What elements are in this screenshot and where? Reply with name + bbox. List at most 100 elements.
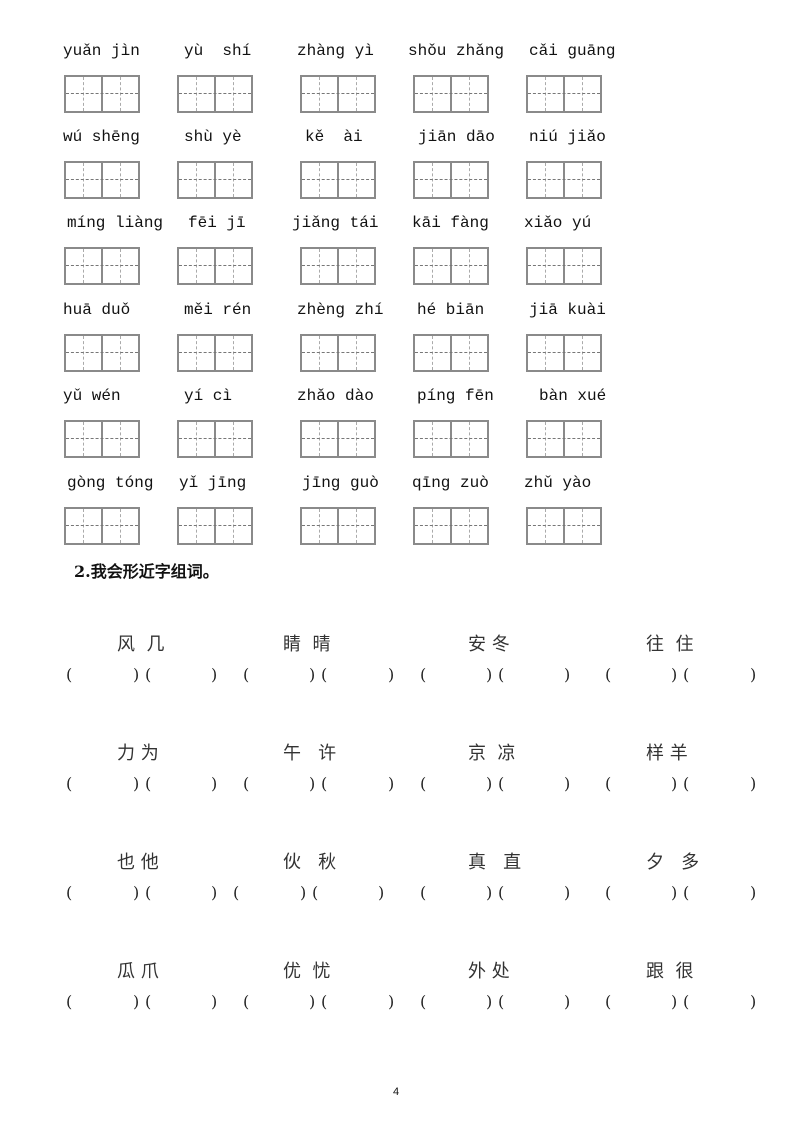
answer-blank-close[interactable]: ) [211,774,217,793]
writing-cell[interactable] [415,422,452,456]
answer-blank-open[interactable]: ( [243,992,249,1011]
writing-cell[interactable] [528,509,565,543]
character-writing-box[interactable] [300,161,376,199]
character-writing-box[interactable] [64,161,140,199]
writing-cell[interactable] [66,163,103,197]
answer-blank-close[interactable]: ) [211,665,217,684]
answer-blank-open[interactable]: ( [145,665,151,684]
character-writing-box[interactable] [177,420,253,458]
writing-cell[interactable] [103,77,138,111]
answer-blank-open[interactable]: ( [498,774,504,793]
answer-blank-close[interactable]: ) [671,883,677,902]
writing-cell[interactable] [216,422,251,456]
writing-cell[interactable] [339,336,374,370]
writing-cell[interactable] [565,163,600,197]
answer-blank-close[interactable]: ) [564,774,570,793]
writing-cell[interactable] [415,509,452,543]
answer-blank-open[interactable]: ( [420,774,426,793]
answer-blank-open[interactable]: ( [312,883,318,902]
writing-cell[interactable] [565,77,600,111]
writing-cell[interactable] [66,249,103,283]
writing-cell[interactable] [528,422,565,456]
answer-blank-open[interactable]: ( [605,665,611,684]
answer-blank-open[interactable]: ( [233,883,239,902]
writing-cell[interactable] [302,336,339,370]
answer-blank-close[interactable]: ) [378,883,384,902]
writing-cell[interactable] [565,509,600,543]
answer-blank-close[interactable]: ) [309,774,315,793]
character-writing-box[interactable] [526,247,602,285]
writing-cell[interactable] [452,422,487,456]
answer-blank-open[interactable]: ( [145,992,151,1011]
writing-cell[interactable] [565,249,600,283]
writing-cell[interactable] [216,249,251,283]
answer-blank-close[interactable]: ) [309,665,315,684]
character-writing-box[interactable] [413,75,489,113]
answer-blank-open[interactable]: ( [145,883,151,902]
answer-blank-close[interactable]: ) [133,665,139,684]
character-writing-box[interactable] [177,334,253,372]
writing-cell[interactable] [66,422,103,456]
writing-cell[interactable] [302,509,339,543]
answer-blank-open[interactable]: ( [605,992,611,1011]
character-writing-box[interactable] [177,507,253,545]
answer-blank-open[interactable]: ( [66,665,72,684]
writing-cell[interactable] [452,163,487,197]
character-writing-box[interactable] [526,75,602,113]
character-writing-box[interactable] [64,247,140,285]
character-writing-box[interactable] [526,334,602,372]
answer-blank-close[interactable]: ) [300,883,306,902]
answer-blank-close[interactable]: ) [671,992,677,1011]
answer-blank-open[interactable]: ( [605,774,611,793]
answer-blank-open[interactable]: ( [498,992,504,1011]
character-writing-box[interactable] [177,75,253,113]
answer-blank-close[interactable]: ) [486,992,492,1011]
writing-cell[interactable] [415,77,452,111]
writing-cell[interactable] [103,509,138,543]
writing-cell[interactable] [103,249,138,283]
character-writing-box[interactable] [413,247,489,285]
answer-blank-open[interactable]: ( [321,992,327,1011]
character-writing-box[interactable] [300,75,376,113]
writing-cell[interactable] [339,509,374,543]
writing-cell[interactable] [216,77,251,111]
answer-blank-close[interactable]: ) [133,883,139,902]
answer-blank-close[interactable]: ) [671,665,677,684]
writing-cell[interactable] [302,422,339,456]
answer-blank-close[interactable]: ) [211,992,217,1011]
writing-cell[interactable] [528,163,565,197]
answer-blank-open[interactable]: ( [683,665,689,684]
character-writing-box[interactable] [177,247,253,285]
writing-cell[interactable] [528,336,565,370]
writing-cell[interactable] [179,509,216,543]
character-writing-box[interactable] [526,507,602,545]
writing-cell[interactable] [528,77,565,111]
answer-blank-open[interactable]: ( [498,665,504,684]
writing-cell[interactable] [452,77,487,111]
answer-blank-close[interactable]: ) [671,774,677,793]
writing-cell[interactable] [179,77,216,111]
character-writing-box[interactable] [300,334,376,372]
writing-cell[interactable] [452,336,487,370]
writing-cell[interactable] [179,163,216,197]
answer-blank-close[interactable]: ) [564,665,570,684]
answer-blank-close[interactable]: ) [564,883,570,902]
answer-blank-open[interactable]: ( [243,774,249,793]
answer-blank-open[interactable]: ( [145,774,151,793]
answer-blank-open[interactable]: ( [321,774,327,793]
writing-cell[interactable] [66,509,103,543]
writing-cell[interactable] [415,249,452,283]
writing-cell[interactable] [302,77,339,111]
character-writing-box[interactable] [64,420,140,458]
writing-cell[interactable] [103,163,138,197]
character-writing-box[interactable] [300,420,376,458]
answer-blank-open[interactable]: ( [420,883,426,902]
writing-cell[interactable] [339,163,374,197]
writing-cell[interactable] [415,163,452,197]
writing-cell[interactable] [452,509,487,543]
writing-cell[interactable] [339,422,374,456]
character-writing-box[interactable] [177,161,253,199]
answer-blank-close[interactable]: ) [388,774,394,793]
answer-blank-open[interactable]: ( [683,992,689,1011]
writing-cell[interactable] [216,336,251,370]
